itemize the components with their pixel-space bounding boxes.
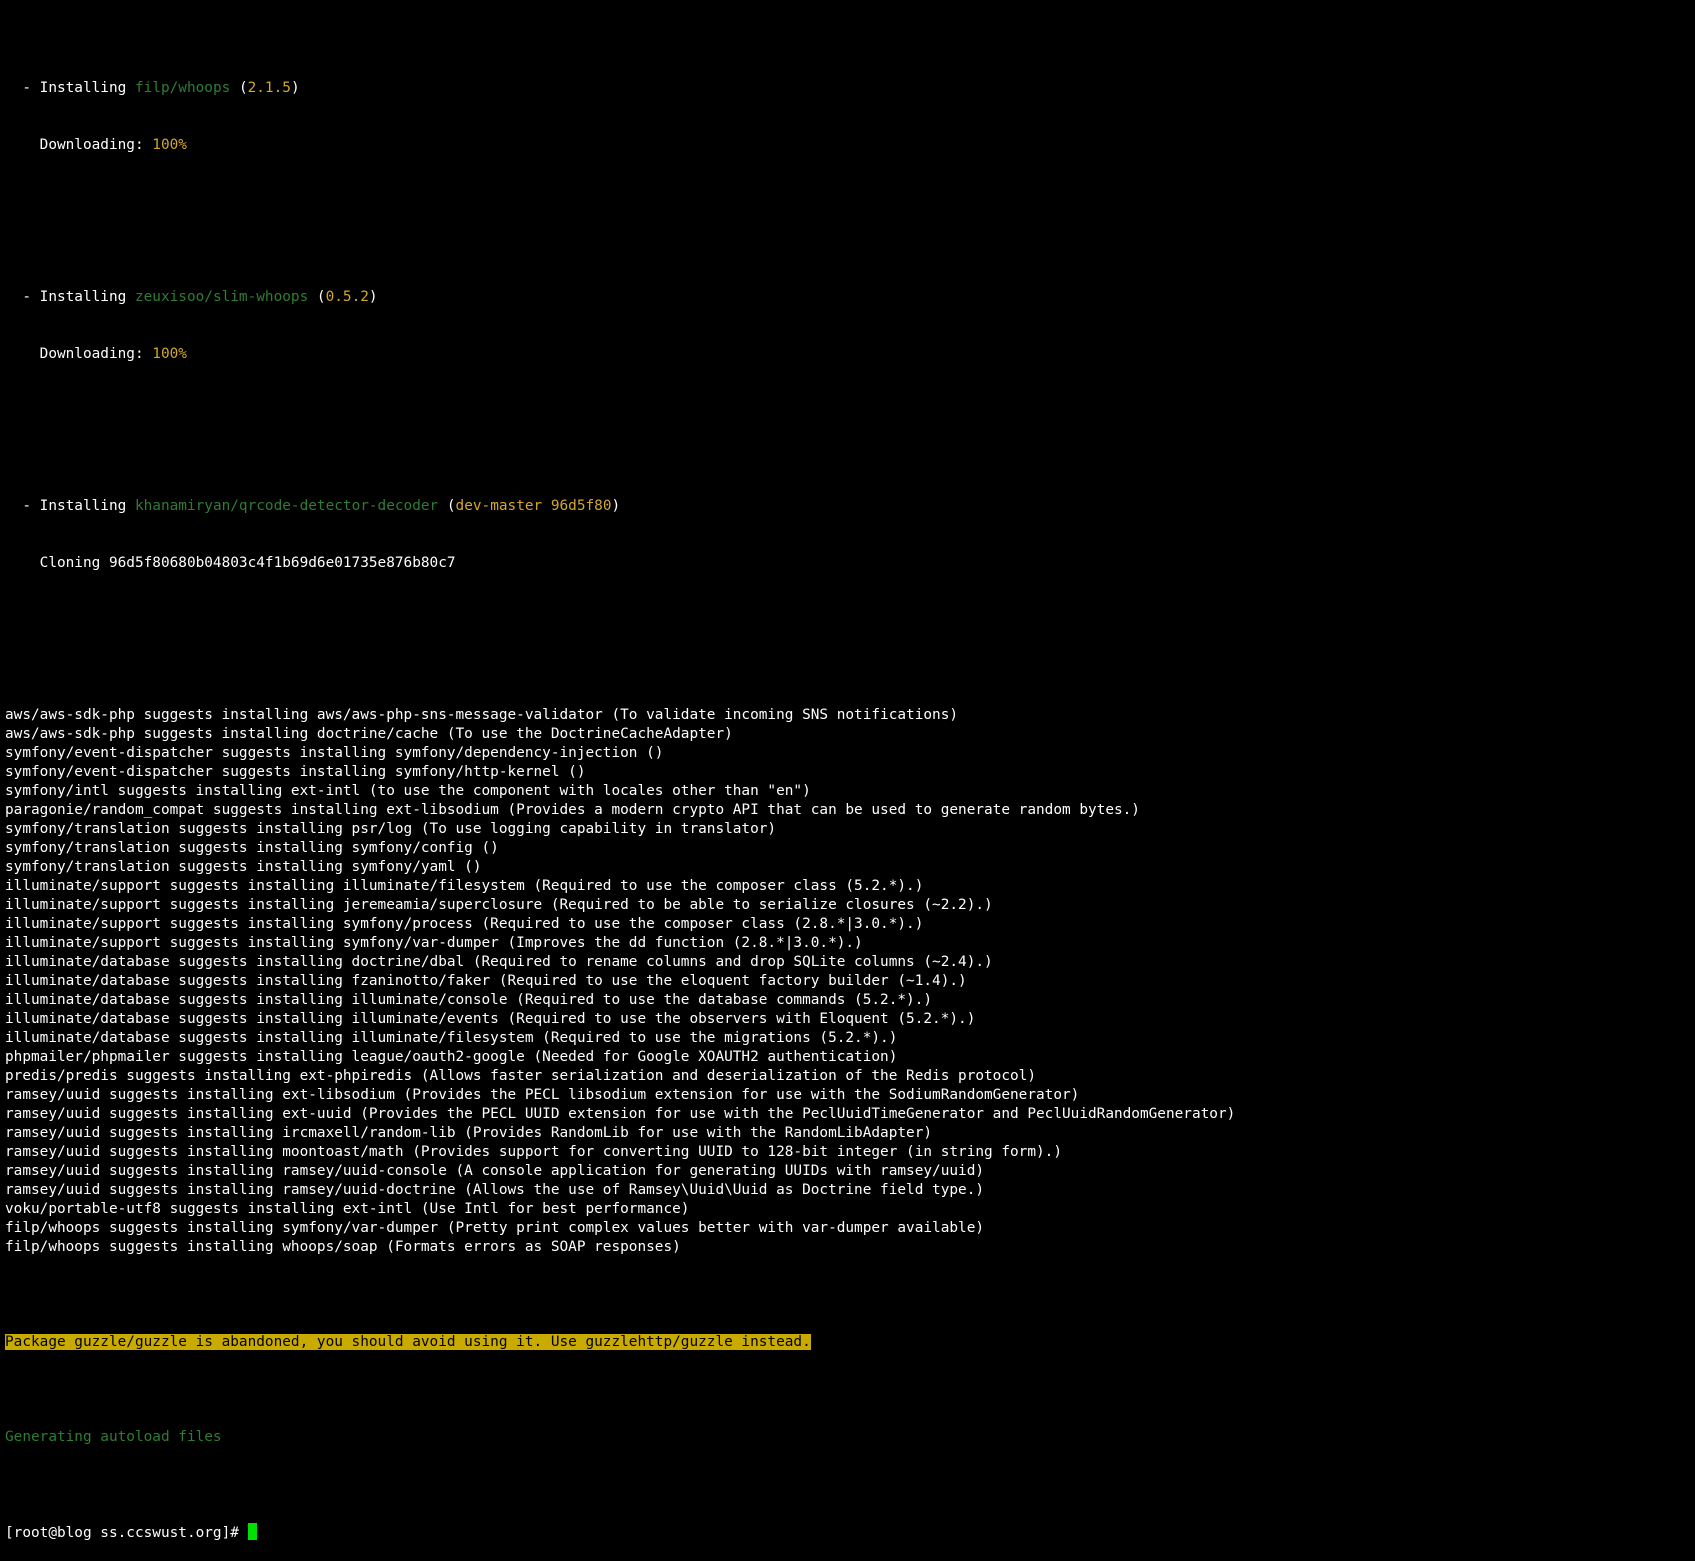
install-line: - Installing zeuxisoo/slim-whoops (0.5.2… bbox=[5, 288, 1690, 307]
download-progress: 100% bbox=[152, 346, 187, 362]
version-close: ) bbox=[611, 498, 621, 514]
package-version: 0.5.2 bbox=[325, 289, 369, 305]
suggestion-line: ramsey/uuid suggests installing moontoas… bbox=[5, 1144, 1062, 1160]
version-close: ) bbox=[290, 80, 300, 96]
prompt-line[interactable]: [root@blog ss.ccswust.org]# bbox=[5, 1523, 1690, 1542]
install-line: - Installing khanamiryan/qrcode-detector… bbox=[5, 497, 1690, 516]
suggestion-line: symfony/translation suggests installing … bbox=[5, 840, 499, 856]
version-open: ( bbox=[438, 498, 456, 514]
install-prefix: - Installing bbox=[5, 498, 135, 514]
suggestion-line: illuminate/database suggests installing … bbox=[5, 992, 933, 1008]
shell-prompt: [root@blog ss.ccswust.org]# bbox=[5, 1525, 248, 1541]
install-detail-line: Downloading: 100% bbox=[5, 136, 1690, 155]
version-open: ( bbox=[230, 80, 248, 96]
suggestion-line: illuminate/database suggests installing … bbox=[5, 954, 993, 970]
suggestion-line: illuminate/support suggests installing s… bbox=[5, 916, 924, 932]
install-line: - Installing filp/whoops (2.1.5) bbox=[5, 79, 1690, 98]
suggestion-line: symfony/translation suggests installing … bbox=[5, 859, 482, 875]
package-name: filp/whoops bbox=[134, 80, 231, 96]
suggestion-line: illuminate/database suggests installing … bbox=[5, 973, 967, 989]
suggestion-line: aws/aws-sdk-php suggests installing aws/… bbox=[5, 707, 959, 723]
suggestion-line: ramsey/uuid suggests installing ext-libs… bbox=[5, 1087, 1080, 1103]
abandoned-warning-line: Package guzzle/guzzle is abandoned, you … bbox=[5, 1333, 1690, 1352]
terminal-output[interactable]: - Installing filp/whoops (2.1.5) Downloa… bbox=[5, 22, 1690, 1561]
suggestion-line: illuminate/support suggests installing j… bbox=[5, 897, 993, 913]
install-prefix: - Installing bbox=[5, 289, 135, 305]
autoload-message: Generating autoload files bbox=[5, 1429, 222, 1445]
suggestion-line: ramsey/uuid suggests installing ramsey/u… bbox=[5, 1163, 985, 1179]
suggestion-line: illuminate/database suggests installing … bbox=[5, 1011, 976, 1027]
suggestion-line: symfony/event-dispatcher suggests instal… bbox=[5, 764, 586, 780]
cursor-block[interactable] bbox=[247, 1523, 257, 1540]
download-progress: 100% bbox=[152, 137, 187, 153]
suggestion-line: phpmailer/phpmailer suggests installing … bbox=[5, 1049, 898, 1065]
install-detail: Cloning 96d5f80680b04803c4f1b69d6e01735e… bbox=[5, 555, 456, 571]
install-prefix: - Installing bbox=[5, 80, 135, 96]
suggestion-line: voku/portable-utf8 suggests installing e… bbox=[5, 1201, 690, 1217]
suggestion-line: ramsey/uuid suggests installing ext-uuid… bbox=[5, 1106, 1236, 1122]
version-close: ) bbox=[368, 289, 378, 305]
suggestion-line: aws/aws-sdk-php suggests installing doct… bbox=[5, 726, 733, 742]
package-version: dev-master 96d5f80 bbox=[455, 498, 612, 514]
suggestion-line: paragonie/random_compat suggests install… bbox=[5, 802, 1140, 818]
suggestion-line: illuminate/support suggests installing i… bbox=[5, 878, 924, 894]
package-name: khanamiryan/qrcode-detector-decoder bbox=[134, 498, 439, 514]
install-detail: Downloading: bbox=[5, 346, 153, 362]
suggestion-line: symfony/intl suggests installing ext-int… bbox=[5, 783, 811, 799]
suggestion-line: ramsey/uuid suggests installing ramsey/u… bbox=[5, 1182, 985, 1198]
suggestion-line: predis/predis suggests installing ext-ph… bbox=[5, 1068, 1037, 1084]
suggestion-line: symfony/translation suggests installing … bbox=[5, 821, 777, 837]
suggestion-line: illuminate/database suggests installing … bbox=[5, 1030, 898, 1046]
suggestion-line: filp/whoops suggests installing symfony/… bbox=[5, 1220, 985, 1236]
install-detail: Downloading: bbox=[5, 137, 153, 153]
abandoned-warning: Package guzzle/guzzle is abandoned, you … bbox=[5, 1334, 811, 1350]
install-detail-line: Cloning 96d5f80680b04803c4f1b69d6e01735e… bbox=[5, 554, 1690, 573]
suggestions-list: aws/aws-sdk-php suggests installing aws/… bbox=[5, 706, 1690, 1257]
package-name: zeuxisoo/slim-whoops bbox=[134, 289, 309, 305]
suggestion-line: illuminate/support suggests installing s… bbox=[5, 935, 863, 951]
suggestion-line: ramsey/uuid suggests installing ircmaxel… bbox=[5, 1125, 933, 1141]
package-version: 2.1.5 bbox=[247, 80, 291, 96]
install-detail-line: Downloading: 100% bbox=[5, 345, 1690, 364]
suggestion-line: filp/whoops suggests installing whoops/s… bbox=[5, 1239, 681, 1255]
version-open: ( bbox=[308, 289, 326, 305]
suggestion-line: symfony/event-dispatcher suggests instal… bbox=[5, 745, 664, 761]
